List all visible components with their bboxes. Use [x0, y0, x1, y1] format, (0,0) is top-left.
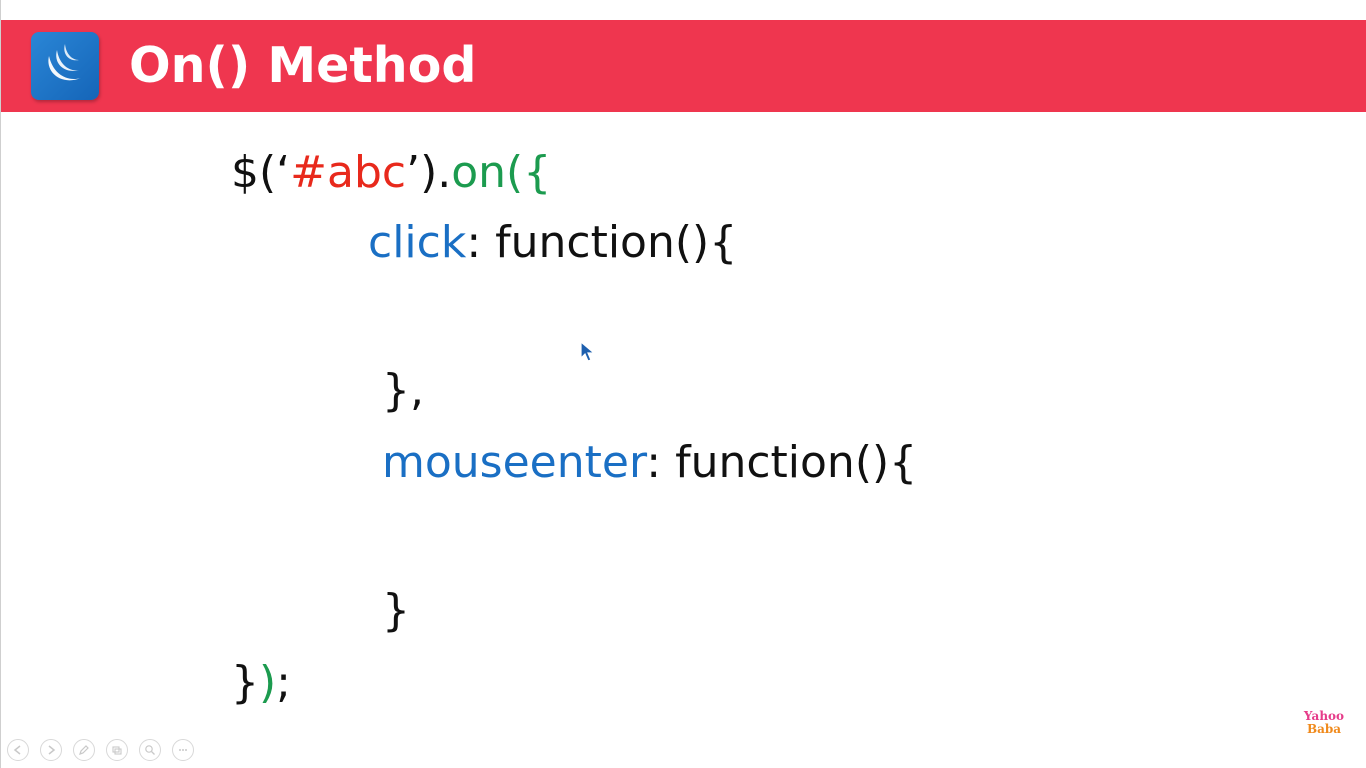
code-token: }, [382, 365, 424, 416]
more-options-icon [179, 749, 187, 751]
code-event-name: click [368, 217, 467, 268]
pen-icon [79, 745, 89, 755]
previous-slide-icon [13, 745, 21, 755]
code-token: : function(){ [646, 437, 918, 488]
code-token: : function(){ [466, 217, 738, 268]
code-block: $(‘#abc’).on({ click: function(){ }, mou… [1, 0, 1366, 768]
previous-slide-button[interactable] [7, 739, 29, 761]
more-options-button[interactable] [172, 739, 194, 761]
code-token: ) [259, 657, 277, 708]
zoom-button[interactable] [139, 739, 161, 761]
code-token: ; [276, 657, 291, 708]
code-line-6: }); [231, 656, 291, 710]
slideshow-toolbar [7, 739, 194, 763]
code-method: on({ [451, 147, 552, 198]
code-line-4: mouseenter: function(){ [382, 436, 917, 490]
presentation-slide: On() Method $(‘#abc’).on({ click: functi… [0, 0, 1366, 768]
code-token: } [382, 585, 410, 636]
code-token: $(‘ [231, 147, 291, 198]
code-line-5: } [382, 584, 410, 638]
mouse-pointer-icon [580, 340, 596, 363]
slides-view-button[interactable] [106, 739, 128, 761]
next-slide-button[interactable] [40, 739, 62, 761]
code-event-name: mouseenter [382, 437, 647, 488]
code-selector: #abc [290, 147, 407, 198]
watermark-line-2: Baba [1306, 722, 1342, 736]
code-token: } [231, 657, 259, 708]
slides-view-icon [112, 746, 122, 755]
code-line-1: $(‘#abc’).on({ [231, 146, 551, 200]
code-line-2: click: function(){ [368, 216, 737, 270]
zoom-icon [145, 745, 155, 755]
code-token: ’). [406, 147, 452, 198]
next-slide-icon [48, 745, 56, 755]
channel-watermark: Yahoo Baba [1301, 710, 1347, 736]
code-line-3: }, [382, 364, 424, 418]
pen-button[interactable] [73, 739, 95, 761]
